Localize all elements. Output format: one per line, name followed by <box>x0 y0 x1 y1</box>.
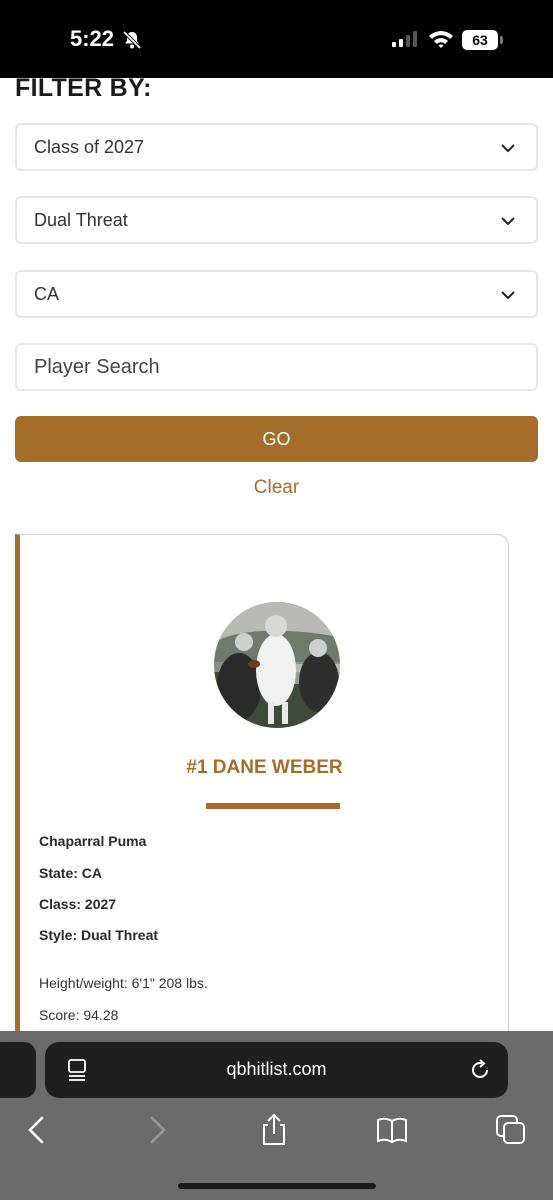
bell-slash-icon <box>122 30 142 50</box>
player-card[interactable]: #1 DANE WEBER Chaparral Puma State: CA C… <box>15 534 509 1054</box>
player-avatar <box>214 602 340 728</box>
chevron-down-icon <box>501 144 515 153</box>
wifi-icon <box>429 31 453 48</box>
player-search-placeholder: Player Search <box>34 355 160 378</box>
home-indicator <box>178 1183 376 1189</box>
state-select-value: CA <box>34 283 60 304</box>
chevron-down-icon <box>501 291 515 300</box>
reload-icon[interactable] <box>468 1058 492 1082</box>
battery-tip <box>500 36 503 44</box>
tabs-icon[interactable] <box>494 1113 528 1147</box>
signal-icon <box>392 31 417 47</box>
forward-icon[interactable] <box>140 1113 174 1147</box>
state-select[interactable]: CA <box>15 270 538 318</box>
style-select-value: Dual Threat <box>34 209 128 230</box>
name-divider <box>206 803 340 809</box>
player-score: Score: 94.28 <box>39 1007 119 1023</box>
player-search-input[interactable]: Player Search <box>15 343 538 391</box>
player-style: Style: Dual Threat <box>39 927 159 943</box>
bookmarks-icon[interactable] <box>375 1113 409 1147</box>
chevron-down-icon <box>501 217 515 226</box>
class-select-value: Class of 2027 <box>34 136 145 157</box>
status-bar: 5:22 63 <box>0 0 553 78</box>
battery-icon: 63 <box>462 30 498 50</box>
url-text[interactable]: qbhitlist.com <box>45 1059 508 1080</box>
previous-tab-pill[interactable] <box>0 1042 36 1098</box>
player-height-weight: Height/weight: 6'1" 208 lbs. <box>39 975 208 991</box>
share-icon[interactable] <box>257 1113 291 1147</box>
player-name[interactable]: #1 DANE WEBER <box>20 757 508 779</box>
filter-title: FILTER BY: <box>15 74 152 102</box>
player-school: Chaparral Puma <box>39 833 147 849</box>
go-button[interactable]: GO <box>15 416 538 462</box>
back-icon[interactable] <box>20 1113 54 1147</box>
player-class: Class: 2027 <box>39 896 117 912</box>
player-state: State: CA <box>39 865 103 881</box>
class-select[interactable]: Class of 2027 <box>15 123 538 171</box>
style-select[interactable]: Dual Threat <box>15 196 538 244</box>
clear-link[interactable]: Clear <box>0 477 553 499</box>
status-time: 5:22 <box>70 26 115 51</box>
